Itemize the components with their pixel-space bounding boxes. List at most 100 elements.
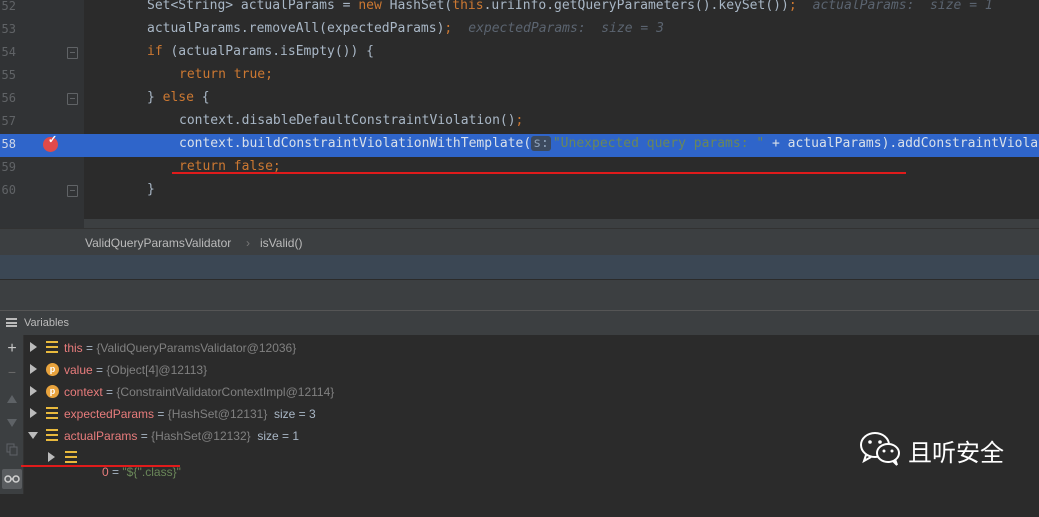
- code-token: this: [452, 0, 484, 13]
- code-line[interactable]: 56 } else {: [0, 88, 1039, 111]
- p-icon: p: [46, 363, 59, 376]
- expand-arrow-icon[interactable]: [30, 342, 37, 352]
- add-watch-button[interactable]: +: [4, 341, 20, 357]
- code-token: context.buildConstraintViolationWithTemp…: [179, 136, 532, 151]
- code-text[interactable]: actualParams.removeAll(expectedParams); e…: [147, 21, 664, 36]
- p-icon: p: [46, 385, 59, 398]
- variable-name: expectedParams: [64, 407, 155, 421]
- code-token: Set<String> actualParams =: [147, 0, 359, 13]
- remove-watch-button[interactable]: −: [4, 364, 20, 380]
- code-line[interactable]: 53 actualParams.removeAll(expectedParams)…: [0, 19, 1039, 42]
- list-icon: [46, 341, 58, 353]
- line-number[interactable]: 55: [0, 68, 16, 82]
- move-up-icon[interactable]: [4, 391, 20, 407]
- code-token: }: [147, 182, 155, 197]
- panel-divider[interactable]: [0, 279, 1039, 311]
- code-text[interactable]: if (actualParams.isEmpty()) {: [147, 44, 374, 59]
- code-text[interactable]: }: [147, 182, 155, 197]
- code-line[interactable]: 54 if (actualParams.isEmpty()) {: [0, 42, 1039, 65]
- expand-arrow-icon[interactable]: [30, 386, 37, 396]
- line-number[interactable]: 56: [0, 91, 16, 105]
- code-token: return true: [179, 67, 266, 82]
- variable-equals: =: [108, 465, 123, 479]
- variable-equals: =: [82, 341, 97, 355]
- variable-name: context: [64, 385, 103, 399]
- line-number[interactable]: 60: [0, 183, 16, 197]
- variables-title: Variables: [24, 317, 70, 329]
- watermark-text: 且听安全: [908, 439, 1004, 467]
- variable-value: {HashSet@12132}: [151, 429, 251, 443]
- list-icon: [46, 407, 58, 419]
- expand-arrow-icon[interactable]: [48, 452, 55, 462]
- annotation-underline-code: [172, 172, 906, 174]
- code-text[interactable]: } else {: [147, 90, 210, 105]
- variable-row[interactable]: p value = {Object[4]@12113}: [24, 359, 724, 381]
- code-text[interactable]: return true;: [179, 67, 273, 82]
- variables-header: Variables: [0, 310, 1039, 336]
- fold-marker-icon[interactable]: [67, 185, 78, 197]
- code-token: actualParams.removeAll(expectedParams): [147, 21, 445, 36]
- line-number[interactable]: 54: [0, 45, 16, 59]
- code-token: if: [147, 44, 171, 59]
- list-icon: [65, 451, 77, 463]
- horizontal-scrollbar[interactable]: [84, 219, 1039, 228]
- expand-arrow-icon[interactable]: [30, 364, 37, 374]
- variable-value: {Object[4]@12113}: [106, 363, 208, 377]
- frames-panel: [0, 255, 1039, 279]
- code-token: .uriInfo.getQueryParameters().keySet()): [483, 0, 789, 13]
- copy-icon[interactable]: [4, 443, 20, 459]
- move-down-icon[interactable]: [4, 415, 20, 431]
- watermark-logo: 且听安全: [858, 430, 1028, 467]
- variables-tree[interactable]: this = {ValidQueryParamsValidator@12036}…: [21, 335, 1039, 494]
- code-editor[interactable]: 52 Set<String> actualParams = new HashSet…: [0, 0, 1039, 228]
- fold-marker-icon[interactable]: [67, 47, 78, 59]
- line-number[interactable]: 52: [0, 0, 16, 13]
- collapse-arrow-icon[interactable]: [28, 432, 38, 439]
- code-text[interactable]: Set<String> actualParams = new HashSet(t…: [147, 0, 993, 13]
- code-token: ;: [265, 67, 273, 82]
- code-line[interactable]: 57 context.disableDefaultConstraintViolat…: [0, 111, 1039, 134]
- code-line[interactable]: 52 Set<String> actualParams = new HashSet…: [0, 0, 1039, 19]
- variable-size: size = 1: [257, 429, 300, 443]
- variables-toolbar: + −: [0, 335, 24, 494]
- fold-marker-icon[interactable]: [67, 93, 78, 105]
- expand-arrow-icon[interactable]: [30, 408, 37, 418]
- glasses-icon[interactable]: [2, 469, 22, 489]
- code-token: + actualParams).addConstraintViolation(): [772, 136, 1039, 151]
- code-token: new: [358, 0, 390, 13]
- code-line[interactable]: 59 return false;: [0, 157, 1039, 180]
- code-token: {: [201, 90, 210, 105]
- code-token: ;: [788, 0, 797, 13]
- code-line[interactable]: 58 context.buildConstraintViolationWithTe…: [0, 134, 1039, 157]
- variables-menu-icon: [6, 318, 17, 327]
- line-number[interactable]: 58: [0, 137, 16, 151]
- variable-equals: =: [154, 407, 168, 421]
- code-line[interactable]: 60}: [0, 180, 1039, 203]
- variable-row[interactable]: actualParams = {HashSet@12132} size = 1: [24, 425, 724, 447]
- wechat-icon: [860, 432, 900, 466]
- code-text[interactable]: context.buildConstraintViolationWithTemp…: [179, 136, 1039, 151]
- variable-row[interactable]: expectedParams = {HashSet@12131} size = …: [24, 403, 724, 425]
- line-number[interactable]: 53: [0, 22, 16, 36]
- variable-row[interactable]: p context = {ConstraintValidatorContextIm…: [24, 381, 724, 403]
- code-token: (actualParams.isEmpty()) {: [170, 44, 374, 59]
- breadcrumb-class[interactable]: ValidQueryParamsValidator: [85, 236, 231, 250]
- variable-value: "${''.class}": [122, 465, 181, 479]
- annotation-underline-var: [21, 465, 180, 467]
- line-number[interactable]: 59: [0, 160, 16, 174]
- code-token: else: [162, 90, 202, 105]
- variable-row[interactable]: this = {ValidQueryParamsValidator@12036}: [24, 337, 724, 359]
- variable-value: {HashSet@12131}: [167, 407, 268, 421]
- breadcrumb-method[interactable]: isValid(): [260, 236, 302, 250]
- code-token: HashSet(: [389, 0, 453, 13]
- code-text[interactable]: context.disableDefaultConstraintViolatio…: [179, 113, 523, 128]
- list-icon: [46, 429, 58, 441]
- code-line[interactable]: 55 return true;: [0, 65, 1039, 88]
- inline-debug-value: actualParams: size = 1: [812, 0, 993, 13]
- breadcrumb: ValidQueryParamsValidator › isValid(): [0, 228, 1039, 256]
- variable-name: this: [64, 341, 83, 355]
- line-number[interactable]: 57: [0, 114, 16, 128]
- code-token: ;: [444, 21, 453, 36]
- breadcrumb-separator: ›: [246, 236, 250, 250]
